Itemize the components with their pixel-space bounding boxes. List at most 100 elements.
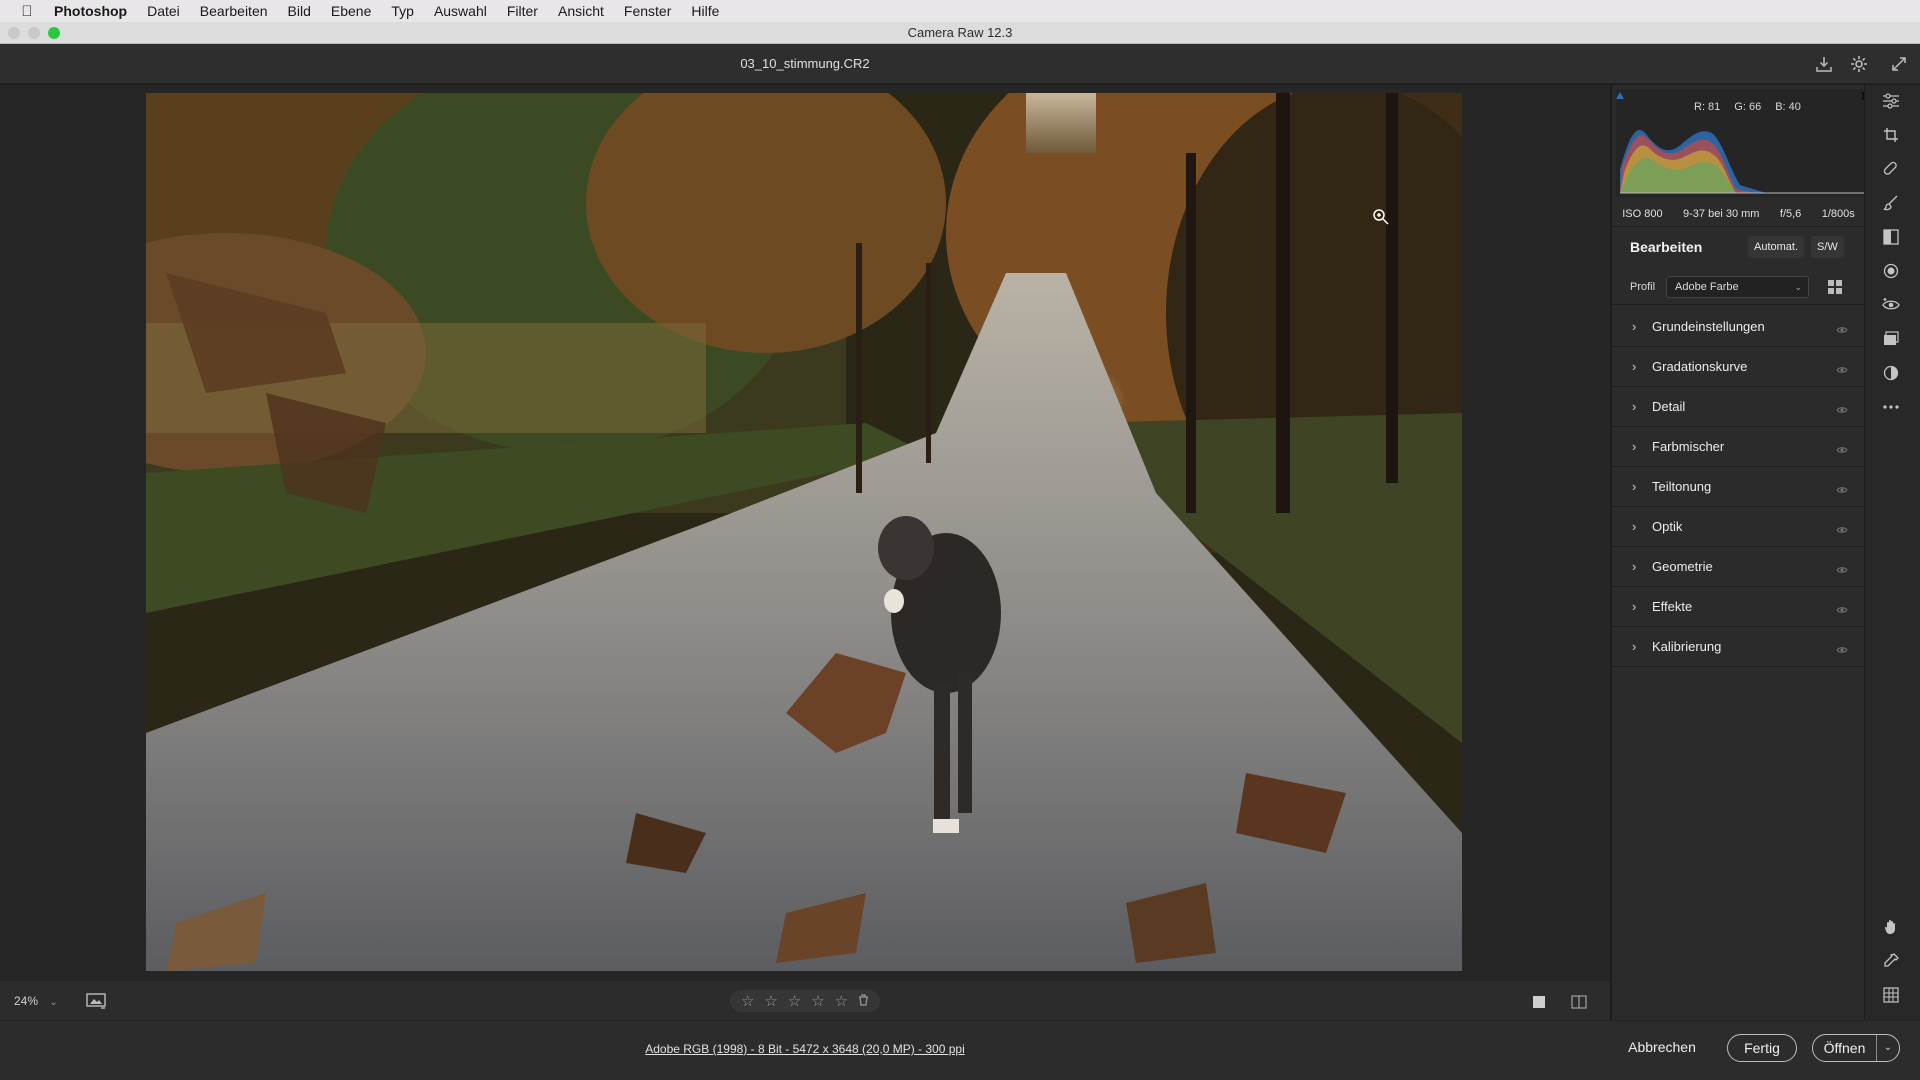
profile-value: Adobe Farbe <box>1675 281 1739 293</box>
menu-bar:  Photoshop Datei Bearbeiten Bild Ebene … <box>0 0 1920 22</box>
zoom-cursor-icon <box>1372 208 1390 226</box>
menu-filter[interactable]: Filter <box>497 0 548 22</box>
eye-icon[interactable] <box>1836 402 1848 413</box>
section-teiltonung[interactable]: › Teiltonung <box>1612 467 1865 507</box>
green-value: G: 66 <box>1734 101 1762 113</box>
eye-icon[interactable] <box>1836 322 1848 333</box>
menu-bild[interactable]: Bild <box>278 0 321 22</box>
eye-icon[interactable] <box>1836 562 1848 573</box>
profile-browser-icon[interactable] <box>1828 280 1842 294</box>
section-gradationskurve[interactable]: › Gradationskurve <box>1612 347 1865 387</box>
section-effekte[interactable]: › Effekte <box>1612 587 1865 627</box>
chevron-down-icon: ⌄ <box>49 997 58 1008</box>
eyedropper-icon[interactable] <box>1874 947 1908 975</box>
profile-row: Profil Adobe Farbe ⌄ <box>1612 269 1865 305</box>
section-label: Teiltonung <box>1652 479 1712 494</box>
star-icon[interactable]: ☆ <box>764 992 777 1010</box>
menu-app-photoshop[interactable]: Photoshop <box>54 0 137 22</box>
chevron-right-icon: › <box>1632 319 1637 334</box>
iso-value: ISO 800 <box>1622 207 1663 220</box>
edit-sliders-icon[interactable] <box>1874 87 1908 115</box>
auto-button[interactable]: Automat. <box>1748 236 1805 258</box>
radial-filter-icon[interactable] <box>1874 257 1908 285</box>
section-geometrie[interactable]: › Geometrie <box>1612 547 1865 587</box>
file-name: 03_10_stimmung.CR2 <box>740 56 870 71</box>
bw-button[interactable]: S/W <box>1811 236 1844 258</box>
chevron-right-icon: › <box>1632 359 1637 374</box>
chevron-right-icon: › <box>1632 599 1637 614</box>
menu-hilfe[interactable]: Hilfe <box>681 0 729 22</box>
eye-icon[interactable] <box>1836 522 1848 533</box>
section-label: Geometrie <box>1652 559 1713 574</box>
menu-ansicht[interactable]: Ansicht <box>548 0 614 22</box>
profile-select[interactable]: Adobe Farbe ⌄ <box>1666 276 1809 298</box>
edit-panel: R: 81 G: 66 B: 40 ISO 800 9-37 bei 30 mm… <box>1611 85 1871 1020</box>
zoom-value: 24% <box>14 994 39 1008</box>
section-label: Detail <box>1652 399 1686 414</box>
workflow-options-link[interactable]: Adobe RGB (1998) - 8 Bit - 5472 x 3648 (… <box>0 1021 1610 1077</box>
compare-view-icon[interactable] <box>1570 993 1588 1011</box>
eye-icon[interactable] <box>1836 602 1848 613</box>
apple-icon[interactable]:  <box>0 3 54 20</box>
window-title: Camera Raw 12.3 <box>907 25 1013 40</box>
section-kalibrierung[interactable]: › Kalibrierung <box>1612 627 1865 667</box>
eye-icon[interactable] <box>1836 642 1848 653</box>
chevron-right-icon: › <box>1632 639 1637 654</box>
star-rating[interactable]: ☆ ☆ ☆ ☆ ☆ <box>730 990 880 1012</box>
single-view-icon[interactable] <box>1530 993 1548 1011</box>
star-icon[interactable]: ☆ <box>741 992 754 1010</box>
trash-icon[interactable] <box>858 993 869 1010</box>
healing-brush-icon[interactable] <box>1874 155 1908 183</box>
section-optik[interactable]: › Optik <box>1612 507 1865 547</box>
chevron-down-icon[interactable]: ⌄ <box>1877 1035 1899 1061</box>
star-icon[interactable]: ☆ <box>811 992 824 1010</box>
image-canvas[interactable] <box>0 85 1610 980</box>
menu-datei[interactable]: Datei <box>137 0 190 22</box>
more-icon[interactable] <box>1874 393 1908 421</box>
chevron-right-icon: › <box>1632 479 1637 494</box>
photo-preview[interactable] <box>146 93 1462 971</box>
chevron-right-icon: › <box>1632 399 1637 414</box>
menu-fenster[interactable]: Fenster <box>614 0 681 22</box>
done-button[interactable]: Fertig <box>1727 1034 1797 1062</box>
section-grundeinstellungen[interactable]: › Grundeinstellungen <box>1612 307 1865 347</box>
save-image-icon[interactable] <box>1814 54 1834 74</box>
eye-icon[interactable] <box>1836 362 1848 373</box>
gear-icon[interactable] <box>1849 54 1869 74</box>
snapshots-icon[interactable] <box>1874 325 1908 353</box>
cancel-button[interactable]: Abbrechen <box>1612 1034 1712 1062</box>
eye-icon[interactable] <box>1836 442 1848 453</box>
aperture-value: f/5,6 <box>1779 207 1802 220</box>
profile-label: Profil <box>1630 281 1656 293</box>
chevron-right-icon: › <box>1632 519 1637 534</box>
grid-overlay-icon[interactable] <box>1874 981 1908 1009</box>
eye-icon[interactable] <box>1836 482 1848 493</box>
menu-typ[interactable]: Typ <box>381 0 424 22</box>
file-header: 03_10_stimmung.CR2 <box>0 44 1920 84</box>
hand-tool-icon[interactable] <box>1874 913 1908 941</box>
section-label: Kalibrierung <box>1652 639 1722 654</box>
star-icon[interactable]: ☆ <box>788 992 801 1010</box>
exif-info: ISO 800 9-37 bei 30 mm f/5,6 1/800s <box>1612 201 1865 227</box>
open-button-label[interactable]: Öffnen <box>1813 1035 1877 1061</box>
menu-ebene[interactable]: Ebene <box>321 0 381 22</box>
blue-value: B: 40 <box>1775 101 1801 113</box>
status-bar: Adobe RGB (1998) - 8 Bit - 5472 x 3648 (… <box>0 1020 1920 1080</box>
section-detail[interactable]: › Detail <box>1612 387 1865 427</box>
filmstrip-toggle-icon[interactable] <box>84 991 108 1011</box>
presets-icon[interactable] <box>1874 359 1908 387</box>
open-button[interactable]: Öffnen ⌄ <box>1812 1034 1900 1062</box>
section-farbmischer[interactable]: › Farbmischer <box>1612 427 1865 467</box>
graduated-filter-icon[interactable] <box>1874 223 1908 251</box>
fullscreen-icon[interactable] <box>1889 54 1909 74</box>
crop-icon[interactable] <box>1874 121 1908 149</box>
adjustment-brush-icon[interactable] <box>1874 189 1908 217</box>
menu-auswahl[interactable]: Auswahl <box>424 0 497 22</box>
menu-bearbeiten[interactable]: Bearbeiten <box>190 0 278 22</box>
histogram: R: 81 G: 66 B: 40 <box>1616 89 1871 197</box>
red-eye-icon[interactable] <box>1874 291 1908 319</box>
zoom-select[interactable]: 24% ⌄ <box>14 981 58 1023</box>
chevron-right-icon: › <box>1632 559 1637 574</box>
star-icon[interactable]: ☆ <box>835 992 848 1010</box>
panel-title: Bearbeiten <box>1630 239 1703 255</box>
